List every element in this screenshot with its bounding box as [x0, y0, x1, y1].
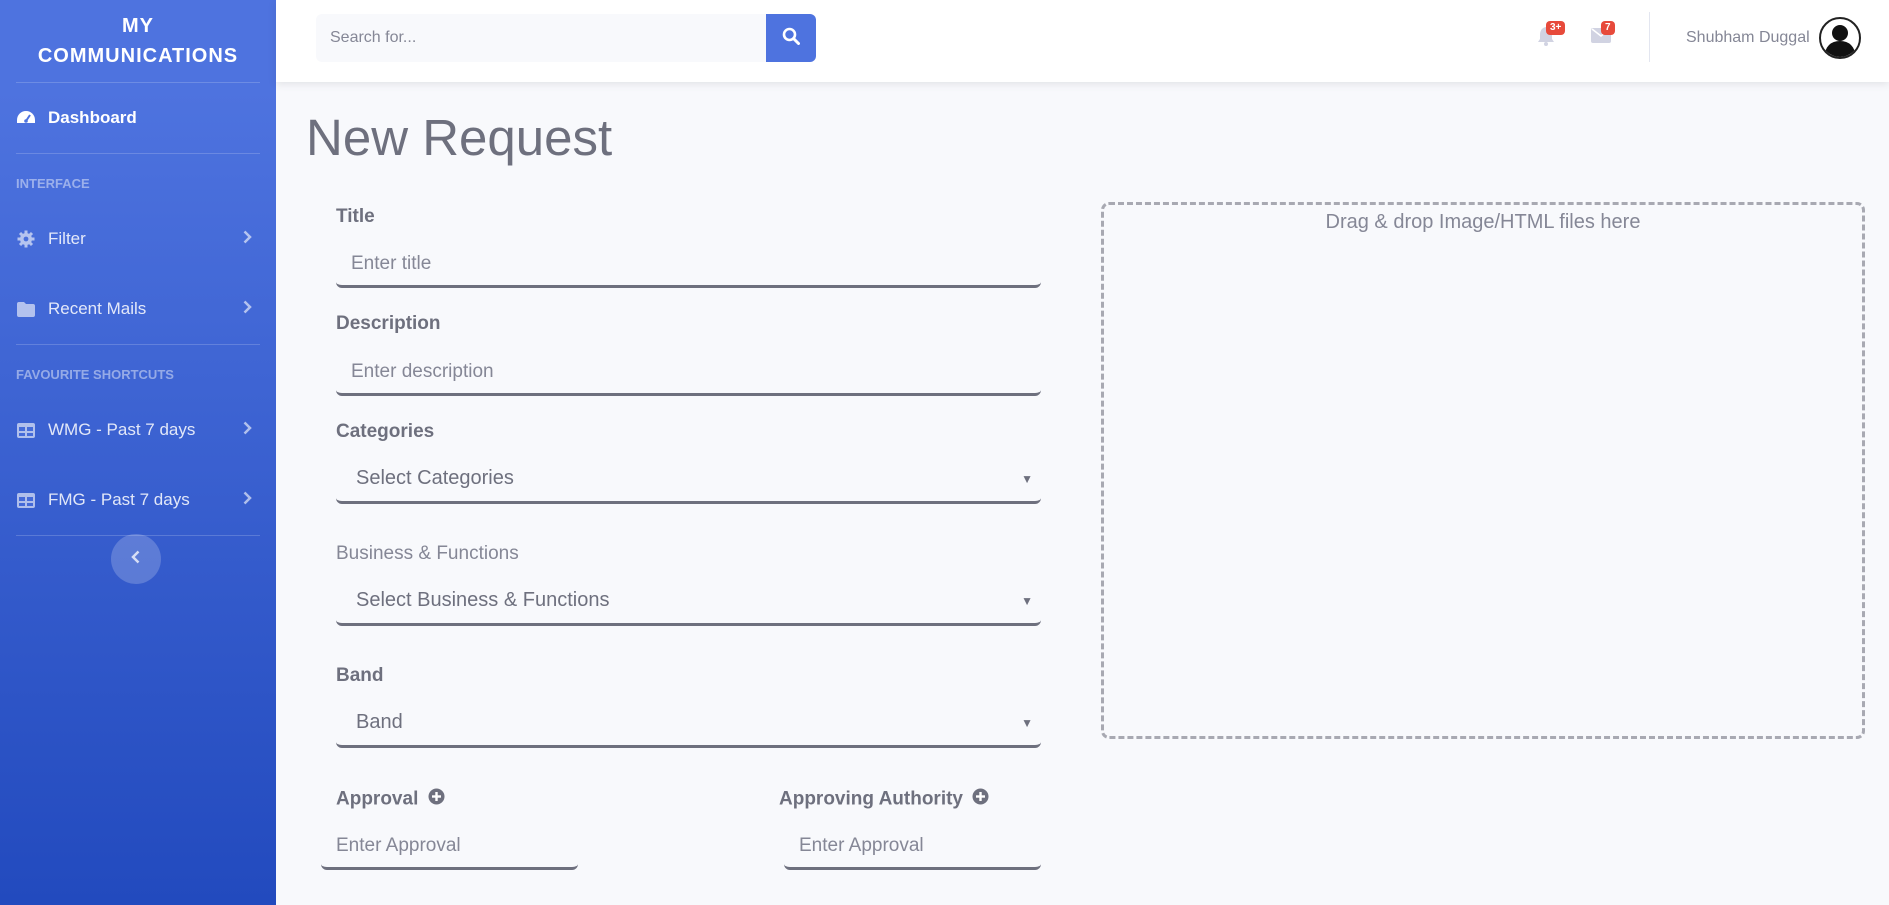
sidebar-heading-interface: INTERFACE: [16, 176, 90, 191]
title-input[interactable]: [336, 242, 1041, 288]
description-input[interactable]: [336, 350, 1041, 396]
search-button[interactable]: [766, 14, 816, 62]
brand-label: MY COMMUNICATIONS: [37, 15, 239, 67]
file-dropzone[interactable]: Drag & drop Image/HTML files here: [1101, 202, 1865, 739]
page-title: New Request: [306, 109, 613, 166]
sidebar-item-recent-mails[interactable]: Recent Mails: [0, 274, 276, 344]
plus-circle-icon[interactable]: [428, 788, 445, 811]
tachometer-icon: [16, 108, 36, 128]
alerts-badge: 3+: [1546, 21, 1566, 35]
search-bar: [316, 14, 816, 62]
approval-input[interactable]: [321, 824, 578, 870]
alerts-button[interactable]: 3+: [1534, 21, 1566, 50]
sidebar-toggle-button[interactable]: [111, 534, 161, 584]
caret-down-icon: ▼: [1021, 471, 1033, 486]
approving-authority-input[interactable]: [784, 824, 1041, 870]
sidebar-item-fmg[interactable]: FMG - Past 7 days: [0, 465, 276, 535]
brand-title[interactable]: MY COMMUNICATIONS: [0, 0, 276, 82]
sidebar-item-label: FMG - Past 7 days: [48, 490, 190, 509]
categories-select[interactable]: Select Categories ▼: [336, 456, 1041, 504]
caret-down-icon: ▼: [1021, 715, 1033, 730]
messages-badge: 7: [1601, 21, 1615, 35]
sidebar-item-wmg[interactable]: WMG - Past 7 days: [0, 395, 276, 465]
table-icon: [16, 490, 36, 510]
band-label: Band: [336, 665, 384, 686]
approval-label-text: Approval: [336, 788, 419, 810]
table-icon: [16, 420, 36, 440]
band-selected-value: Band: [356, 711, 403, 733]
approving-authority-label: Approving Authority: [779, 788, 989, 811]
categories-selected-value: Select Categories: [356, 467, 514, 489]
title-label: Title: [336, 206, 375, 227]
sidebar-item-filter[interactable]: Filter: [0, 204, 276, 274]
user-name[interactable]: Shubham Duggal: [1686, 29, 1810, 47]
topbar: 3+ 7 Shubham Duggal: [276, 0, 1889, 82]
sidebar-item-dashboard[interactable]: Dashboard: [0, 83, 276, 153]
gear-icon: [16, 229, 36, 249]
business-functions-label: Business & Functions: [336, 543, 519, 564]
approving-authority-label-text: Approving Authority: [779, 788, 963, 810]
business-functions-select[interactable]: Select Business & Functions ▼: [336, 578, 1041, 626]
caret-down-icon: ▼: [1021, 593, 1033, 608]
topbar-divider: [1649, 12, 1650, 62]
chevron-right-icon: [243, 299, 252, 319]
sidebar-item-label: WMG - Past 7 days: [48, 420, 196, 439]
categories-label: Categories: [336, 421, 435, 442]
messages-button[interactable]: 7: [1589, 21, 1615, 50]
dropzone-text: Drag & drop Image/HTML files here: [1325, 211, 1641, 233]
sidebar-heading-shortcuts: FAVOURITE SHORTCUTS: [16, 367, 174, 382]
chevron-right-icon: [243, 420, 252, 440]
chevron-right-icon: [243, 490, 252, 510]
band-select[interactable]: Band ▼: [336, 700, 1041, 748]
approval-label: Approval: [336, 788, 445, 811]
search-icon: [782, 27, 800, 50]
description-label: Description: [336, 313, 441, 334]
sidebar-item-label: Recent Mails: [48, 299, 147, 318]
avatar[interactable]: [1819, 17, 1861, 59]
user-avatar-icon: [1824, 25, 1856, 57]
sidebar: MY COMMUNICATIONS Dashboard INTERFACE Fi…: [0, 0, 276, 905]
folder-icon: [16, 299, 36, 319]
chevron-right-icon: [243, 229, 252, 249]
search-input[interactable]: [316, 14, 766, 62]
sidebar-item-label: Dashboard: [48, 108, 137, 127]
chevron-left-icon: [131, 550, 141, 569]
business-functions-selected-value: Select Business & Functions: [356, 589, 610, 611]
sidebar-item-label: Filter: [48, 229, 86, 248]
plus-circle-icon[interactable]: [972, 788, 989, 811]
